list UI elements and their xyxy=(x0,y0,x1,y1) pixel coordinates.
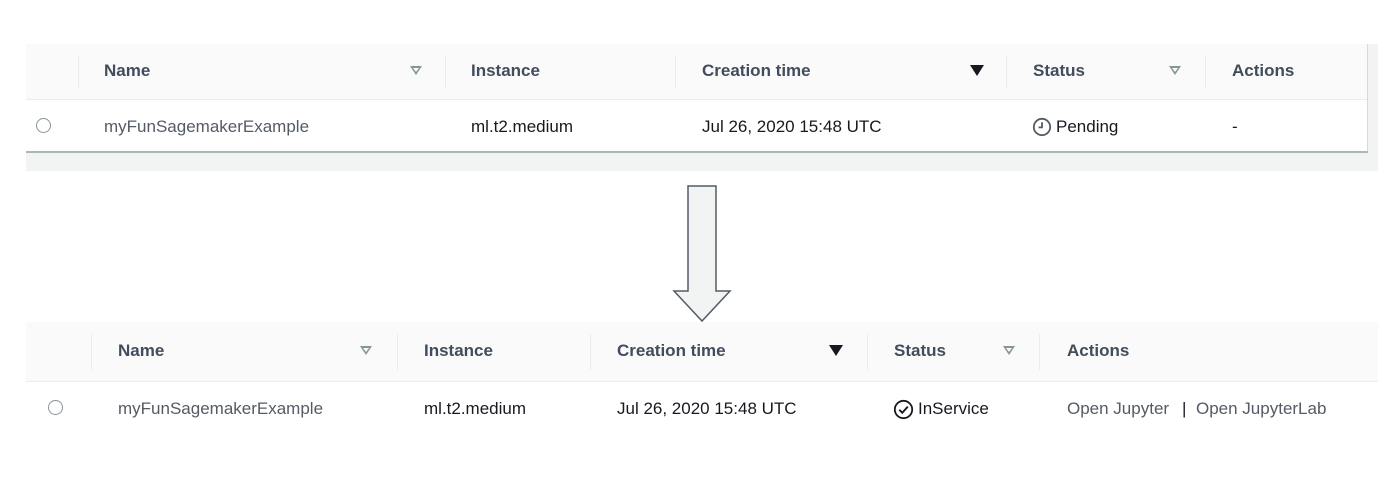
sort-descending-icon[interactable] xyxy=(970,65,984,76)
notebook-status-comparison: Name Instance Creation time Status Actio… xyxy=(0,0,1400,499)
filter-icon[interactable] xyxy=(410,66,422,75)
notebook-name-link[interactable]: myFunSagemakerExample xyxy=(118,399,323,419)
column-header-instance[interactable]: Instance xyxy=(471,61,540,81)
open-jupyter-link[interactable]: Open Jupyter xyxy=(1067,399,1169,419)
table-header: Name Instance Creation time Status Actio… xyxy=(26,322,1378,382)
column-header-creation-time[interactable]: Creation time xyxy=(702,61,811,81)
clock-icon xyxy=(1032,117,1052,137)
column-header-actions: Actions xyxy=(1232,61,1295,80)
column-header-creation-time[interactable]: Creation time xyxy=(617,341,726,361)
table-header: Name Instance Creation time Status Actio… xyxy=(26,44,1368,100)
column-header-name[interactable]: Name xyxy=(104,61,150,81)
filter-icon[interactable] xyxy=(360,346,372,355)
creation-time: Jul 26, 2020 15:48 UTC xyxy=(702,117,882,136)
check-circle-icon xyxy=(893,399,914,420)
column-header-status[interactable]: Status xyxy=(1033,61,1085,81)
filter-icon[interactable] xyxy=(1003,346,1015,355)
status-badge: InService xyxy=(918,399,989,418)
instance-type: ml.t2.medium xyxy=(471,117,574,136)
column-header-name[interactable]: Name xyxy=(118,341,164,361)
open-jupyterlab-link[interactable]: Open JupyterLab xyxy=(1196,399,1326,419)
instance-type: ml.t2.medium xyxy=(424,399,527,418)
status-badge: Pending xyxy=(1056,117,1119,136)
creation-time: Jul 26, 2020 15:48 UTC xyxy=(617,399,797,418)
actions-cell: - xyxy=(1232,117,1238,136)
notebook-table-before: Name Instance Creation time Status Actio… xyxy=(26,44,1378,171)
notebook-name-link[interactable]: myFunSagemakerExample xyxy=(104,117,309,137)
column-header-actions: Actions xyxy=(1067,341,1130,360)
column-header-status[interactable]: Status xyxy=(894,341,946,361)
sort-descending-icon[interactable] xyxy=(829,345,843,356)
down-arrow-icon xyxy=(672,185,732,323)
filter-icon[interactable] xyxy=(1169,66,1181,75)
row-select-radio[interactable] xyxy=(48,400,63,415)
column-header-instance[interactable]: Instance xyxy=(424,341,493,361)
notebook-table-after: Name Instance Creation time Status Actio… xyxy=(26,322,1378,442)
row-select-radio[interactable] xyxy=(36,118,51,133)
action-separator: | xyxy=(1182,399,1187,418)
table-panel: Name Instance Creation time Status Actio… xyxy=(26,44,1368,153)
